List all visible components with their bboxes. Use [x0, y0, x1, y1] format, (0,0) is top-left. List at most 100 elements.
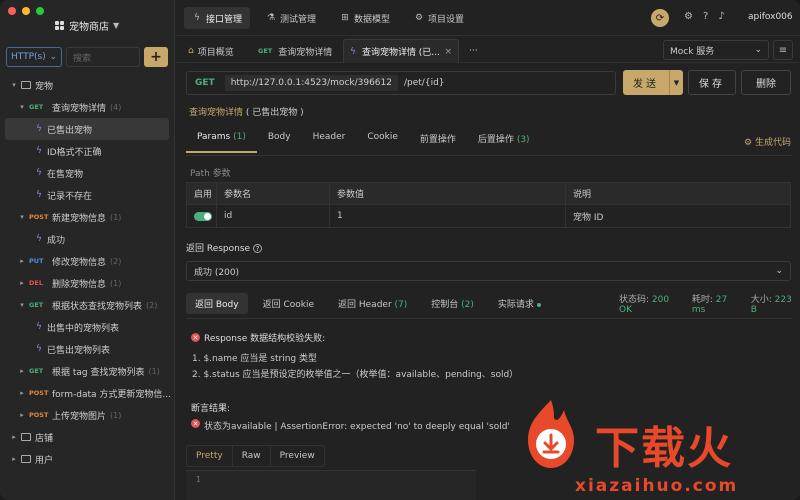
tab-preview[interactable]: Preview [271, 446, 324, 466]
assert-result: ✕ 状态为available | AssertionError: expecte… [191, 419, 510, 432]
tab-post-actions[interactable]: 后置操作 (3) [467, 132, 541, 153]
nav-tab-models[interactable]: ⊞ 数据模型 [332, 7, 398, 29]
validation-error-title: ✕ Response 数据结构校验失败: [191, 333, 326, 344]
tree-api-item[interactable]: ▾ POST 新建宠物信息 (1) [0, 206, 174, 228]
project-switcher[interactable]: 宠物商店 ▼ [55, 18, 119, 33]
breadcrumb-link[interactable]: 查询宠物详情 [189, 108, 243, 118]
chevron-right-icon[interactable]: ▸ [18, 411, 26, 419]
lightning-icon: ϟ [350, 46, 356, 57]
maximize-window-button[interactable] [36, 7, 44, 15]
generate-code-label: 生成代码 [754, 138, 791, 148]
tab-response-body[interactable]: 返回 Body [186, 293, 248, 314]
folder-icon [21, 455, 31, 463]
nav-tab-test[interactable]: ⚗ 测试管理 [258, 7, 324, 29]
help-icon[interactable]: ? [252, 244, 262, 253]
tree-api-item[interactable]: ▾ GET 根据状态查找宠物列表 (2) [0, 294, 174, 316]
add-button[interactable]: + [144, 47, 168, 67]
tab-body[interactable]: Body [257, 132, 302, 153]
delete-button[interactable]: 删除 [741, 70, 791, 95]
more-tabs-button[interactable]: ··· [463, 39, 484, 63]
nav-tab-api[interactable]: ϟ 接口管理 [184, 7, 251, 29]
save-button[interactable]: 保存 [688, 70, 736, 95]
tree-case-item[interactable]: ϟ 在售宠物 [0, 162, 174, 184]
sync-button[interactable]: ⟳ [651, 9, 669, 27]
tab-params[interactable]: Params (1) [186, 132, 257, 153]
chevron-down-icon: ⌄ [754, 45, 762, 55]
tree-folder[interactable]: ▾ 宠物 [0, 74, 174, 96]
help-icon[interactable]: ? [703, 11, 708, 22]
tab-pre-actions[interactable]: 前置操作 [409, 132, 467, 153]
method-filter-select[interactable]: HTTP(s) ⌄ [6, 47, 62, 67]
chevron-down-icon[interactable]: ▾ [18, 213, 26, 221]
tree-item-label: 宠物 [35, 81, 54, 92]
tree-folder[interactable]: ▸ 店铺 [0, 426, 174, 448]
chevron-right-icon[interactable]: ▸ [18, 389, 26, 397]
tree-api-item[interactable]: ▸ POST form-data 方式更新宠物信... [0, 382, 174, 404]
param-value-input[interactable]: 1 [330, 205, 566, 227]
url-bar[interactable]: GET http://127.0.0.1:4523/mock/396612 /p… [186, 71, 616, 95]
param-desc-input[interactable]: 宠物 ID [566, 205, 790, 227]
settings-icon[interactable]: ⚙ [684, 11, 693, 22]
chevron-down-icon[interactable]: ▼ [669, 70, 683, 95]
tree-api-item[interactable]: ▾ GET 查询宠物详情 (4) [0, 96, 174, 118]
menu-button[interactable]: ≡ [773, 40, 793, 60]
doc-tab-overview[interactable]: ⌂ 项目概览 [182, 39, 240, 63]
tree-folder[interactable]: ▸ 用户 [0, 448, 174, 470]
tree-case-item[interactable]: ϟ 成功 [0, 228, 174, 250]
chevron-right-icon[interactable]: ▸ [18, 279, 26, 287]
folder-icon [21, 81, 31, 89]
tab-actual-request[interactable]: 实际请求 [489, 293, 550, 314]
mock-service-value: Mock 服务 [670, 46, 715, 57]
chevron-down-icon[interactable]: ▾ [18, 103, 26, 111]
tree-api-item[interactable]: ▸ DEL 删除宠物信息 (1) [0, 272, 174, 294]
sync-icon: ⟳ [655, 12, 665, 24]
request-method[interactable]: GET [187, 78, 225, 88]
tab-response-cookie[interactable]: 返回 Cookie [254, 293, 323, 314]
flask-icon: ⚗ [266, 13, 276, 23]
chevron-right-icon[interactable]: ▸ [10, 433, 18, 441]
doc-tab-get-pet[interactable]: GET 查询宠物详情 [252, 39, 338, 63]
tree-api-item[interactable]: ▸ GET 根据 tag 查找宠物列表 (1) [0, 360, 174, 382]
breadcrumb: 查询宠物详情 ( 已售出宠物 ) [189, 105, 304, 118]
generate-code-button[interactable]: ⚙ 生成代码 [744, 135, 791, 148]
response-editor[interactable]: 1 [186, 470, 476, 500]
tab-cookie[interactable]: Cookie [356, 132, 409, 153]
tree-case-item[interactable]: ϟ 已售出宠物列表 [0, 338, 174, 360]
search-input[interactable]: 搜索 [66, 47, 140, 67]
close-window-button[interactable] [8, 7, 16, 15]
enable-toggle[interactable] [194, 211, 212, 221]
username[interactable]: apifox006 [748, 12, 793, 22]
tree-api-item[interactable]: ▸ POST 上传宠物图片 (1) [0, 404, 174, 426]
tab-raw[interactable]: Raw [233, 446, 271, 466]
menu-icon: ≡ [778, 44, 788, 56]
tree-case-item[interactable]: ϟ 出售中的宠物列表 [0, 316, 174, 338]
tab-header[interactable]: Header [302, 132, 357, 153]
chevron-right-icon[interactable]: ▸ [18, 367, 26, 375]
tree-case-item[interactable]: ϟ ID格式不正确 [0, 140, 174, 162]
close-icon[interactable]: × [444, 47, 452, 57]
tab-console[interactable]: 控制台 (2) [422, 293, 483, 314]
grid-icon [55, 20, 65, 31]
tab-response-header[interactable]: 返回 Header (7) [329, 293, 416, 314]
item-count: (2) [110, 256, 122, 266]
nav-tab-settings[interactable]: ⚙ 项目设置 [406, 7, 472, 29]
tab-pretty[interactable]: Pretty [187, 446, 233, 466]
doc-tab-sold-pet[interactable]: ϟ 查询宠物详情 (已... × [343, 39, 459, 63]
mock-service-select[interactable]: Mock 服务 ⌄ [663, 40, 769, 60]
tree-api-item[interactable]: ▸ PUT 修改宠物信息 (2) [0, 250, 174, 272]
chevron-right-icon[interactable]: ▸ [18, 257, 26, 265]
param-name-input[interactable]: id [217, 205, 330, 227]
method-badge: POST [29, 213, 49, 221]
response-select[interactable]: 成功 (200) ⌄ [186, 261, 791, 281]
minimize-window-button[interactable] [22, 7, 30, 15]
lightning-icon: ϟ [36, 322, 42, 332]
tree-item-label: 已售出宠物列表 [46, 345, 110, 356]
send-button[interactable]: 发送 ▼ [623, 70, 683, 95]
chevron-right-icon[interactable]: ▸ [10, 455, 18, 463]
chevron-down-icon[interactable]: ▾ [18, 301, 26, 309]
url-path-input[interactable]: /pet/{id} [404, 78, 445, 88]
tree-case-item[interactable]: ϟ 已售出宠物 [5, 118, 169, 140]
bell-icon[interactable]: ♪ [718, 11, 724, 22]
tree-case-item[interactable]: ϟ 记录不存在 [0, 184, 174, 206]
chevron-down-icon[interactable]: ▾ [10, 81, 18, 89]
